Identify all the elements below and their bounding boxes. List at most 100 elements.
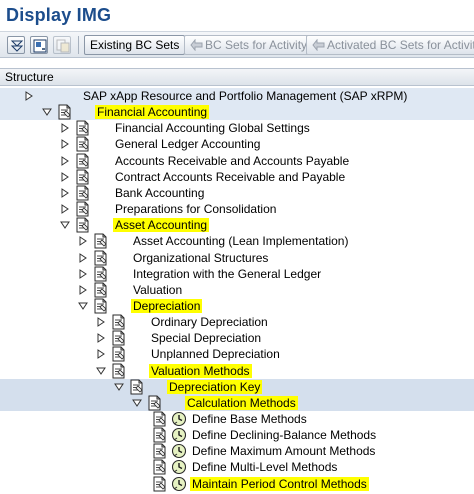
img-document-icon[interactable] (75, 136, 91, 152)
img-document-icon[interactable] (111, 314, 127, 330)
tree-node-contract-accounts-receivable-and-payable[interactable]: Contract Accounts Receivable and Payable (0, 169, 474, 185)
tree-node-label[interactable]: Depreciation Key (167, 379, 263, 394)
img-document-icon[interactable] (57, 104, 73, 120)
img-document-icon[interactable] (152, 443, 168, 459)
expand-arrow-icon[interactable] (96, 349, 106, 360)
tree-node-depreciation-key[interactable]: Depreciation Key (0, 378, 474, 395)
tree-node-define-base-methods[interactable]: Define Base Methods (0, 411, 474, 427)
execute-activity-clock-icon[interactable] (171, 476, 187, 492)
tree-node-label[interactable]: SAP xApp Resource and Portfolio Manageme… (83, 89, 407, 103)
img-document-icon[interactable] (93, 298, 109, 314)
expand-arrow-icon[interactable] (60, 204, 70, 214)
collapse-arrow-icon[interactable] (42, 107, 52, 117)
execute-activity-clock-icon[interactable] (171, 443, 187, 459)
tree-node-define-maximum-amount-methods[interactable]: Define Maximum Amount Methods (0, 443, 474, 459)
img-document-icon[interactable] (75, 185, 91, 201)
tree-node-label[interactable]: Define Base Methods (192, 412, 307, 426)
tree-node-label[interactable]: Preparations for Consolidation (115, 202, 276, 216)
tree-node-label[interactable]: Bank Accounting (115, 186, 204, 200)
img-document-icon[interactable] (75, 153, 91, 169)
tree-node-label[interactable]: Define Multi-Level Methods (192, 460, 337, 474)
tree-node-label[interactable]: Maintain Period Control Methods (190, 476, 369, 491)
img-document-icon[interactable] (93, 266, 109, 282)
img-document-icon[interactable] (129, 379, 145, 395)
execute-activity-clock-icon[interactable] (171, 459, 187, 475)
img-document-icon[interactable] (75, 120, 91, 136)
expand-arrow-icon[interactable] (60, 155, 70, 166)
tree-node-label[interactable]: Define Maximum Amount Methods (192, 444, 375, 458)
expand-arrow-icon[interactable] (60, 139, 70, 150)
tree-node-asset-accounting[interactable]: Asset Accounting (0, 217, 474, 233)
tree-node-label[interactable]: Asset Accounting (113, 218, 210, 233)
execute-activity-clock-icon[interactable] (171, 411, 187, 427)
tree-node-define-multi-level-methods[interactable]: Define Multi-Level Methods (0, 459, 474, 475)
tree-node-label[interactable]: Integration with the General Ledger (133, 267, 321, 281)
tree-node-valuation-methods[interactable]: Valuation Methods (0, 363, 474, 379)
img-document-icon[interactable] (93, 250, 109, 266)
collapse-arrow-icon[interactable] (78, 301, 88, 311)
existing-bc-sets-button[interactable]: Existing BC Sets (84, 35, 186, 55)
tree-node-label[interactable]: Financial Accounting (95, 105, 210, 120)
expand-arrow-icon[interactable] (78, 236, 88, 247)
expand-arrow-icon[interactable] (78, 268, 88, 279)
expand-arrow-icon[interactable] (96, 317, 106, 328)
img-document-icon[interactable] (152, 411, 168, 427)
tree-node-sap-xapp-resource-and-portfolio-management-sap-xrpm[interactable]: SAP xApp Resource and Portfolio Manageme… (0, 88, 474, 104)
tree-node-label[interactable]: Financial Accounting Global Settings (115, 121, 310, 135)
expand-arrow-icon[interactable] (24, 91, 34, 101)
tree-node-label[interactable]: Depreciation (131, 298, 203, 313)
tree-node-label[interactable]: Valuation Methods (149, 363, 252, 378)
tree-node-special-depreciation[interactable]: Special Depreciation (0, 330, 474, 346)
tree-node-label[interactable]: Calculation Methods (185, 395, 298, 410)
tree-node-label[interactable]: Asset Accounting (Lean Implementation) (133, 234, 348, 248)
tree-node-label[interactable]: Ordinary Depreciation (151, 315, 268, 329)
tree-node-ordinary-depreciation[interactable]: Ordinary Depreciation (0, 314, 474, 330)
tree-node-label[interactable]: Contract Accounts Receivable and Payable (115, 170, 345, 184)
tree-node-label[interactable]: General Ledger Accounting (115, 137, 260, 151)
img-document-icon[interactable] (152, 459, 168, 475)
bc-sets-for-activity-button[interactable]: BC Sets for Activity (184, 35, 314, 55)
collapse-arrow-icon[interactable] (132, 398, 142, 408)
tree-node-maintain-period-control-methods[interactable]: Maintain Period Control Methods (0, 476, 474, 492)
tree-node-define-declining-balance-methods[interactable]: Define Declining-Balance Methods (0, 427, 474, 443)
tree-node-general-ledger-accounting[interactable]: General Ledger Accounting (0, 136, 474, 152)
tree-node-preparations-for-consolidation[interactable]: Preparations for Consolidation (0, 201, 474, 217)
tree-node-label[interactable]: Define Declining-Balance Methods (192, 428, 376, 442)
execute-activity-clock-icon[interactable] (171, 427, 187, 443)
tree-node-depreciation[interactable]: Depreciation (0, 298, 474, 314)
img-document-icon[interactable] (152, 476, 168, 492)
img-document-icon[interactable] (111, 363, 127, 379)
expand-all-button[interactable] (7, 36, 25, 54)
expand-arrow-icon[interactable] (96, 333, 106, 344)
tree-node-unplanned-depreciation[interactable]: Unplanned Depreciation (0, 346, 474, 362)
img-document-icon[interactable] (147, 395, 163, 411)
img-document-icon[interactable] (111, 330, 127, 346)
find-button[interactable] (30, 36, 48, 54)
tree-node-accounts-receivable-and-accounts-payable[interactable]: Accounts Receivable and Accounts Payable (0, 153, 474, 169)
tree-node-financial-accounting-global-settings[interactable]: Financial Accounting Global Settings (0, 120, 474, 136)
expand-arrow-icon[interactable] (78, 284, 88, 295)
tree-node-label[interactable]: Special Depreciation (151, 331, 261, 345)
expand-arrow-icon[interactable] (60, 187, 70, 198)
img-document-icon[interactable] (93, 233, 109, 249)
tree-node-asset-accounting-lean-implementation[interactable]: Asset Accounting (Lean Implementation) (0, 233, 474, 249)
expand-arrow-icon[interactable] (78, 252, 88, 263)
tree-node-bank-accounting[interactable]: Bank Accounting (0, 185, 474, 201)
img-document-icon[interactable] (93, 282, 109, 298)
expand-arrow-icon[interactable] (60, 123, 70, 134)
img-document-icon[interactable] (75, 169, 91, 185)
tree-node-label[interactable]: Accounts Receivable and Accounts Payable (115, 154, 349, 168)
tree-node-label[interactable]: Organizational Structures (133, 251, 268, 265)
collapse-arrow-icon[interactable] (96, 366, 106, 376)
img-document-icon[interactable] (111, 346, 127, 362)
tree-node-valuation[interactable]: Valuation (0, 282, 474, 298)
tree-node-financial-accounting[interactable]: Financial Accounting (0, 104, 474, 121)
collapse-arrow-icon[interactable] (60, 220, 70, 230)
tree-node-label[interactable]: Valuation (133, 283, 182, 297)
collapse-arrow-icon[interactable] (114, 382, 124, 392)
activated-bc-sets-button[interactable]: Activated BC Sets for Activity (306, 35, 474, 55)
release-notes-button[interactable] (53, 36, 71, 54)
tree-node-label[interactable]: Unplanned Depreciation (151, 347, 280, 361)
tree-node-organizational-structures[interactable]: Organizational Structures (0, 250, 474, 266)
tree-node-calculation-methods[interactable]: Calculation Methods (0, 394, 474, 411)
